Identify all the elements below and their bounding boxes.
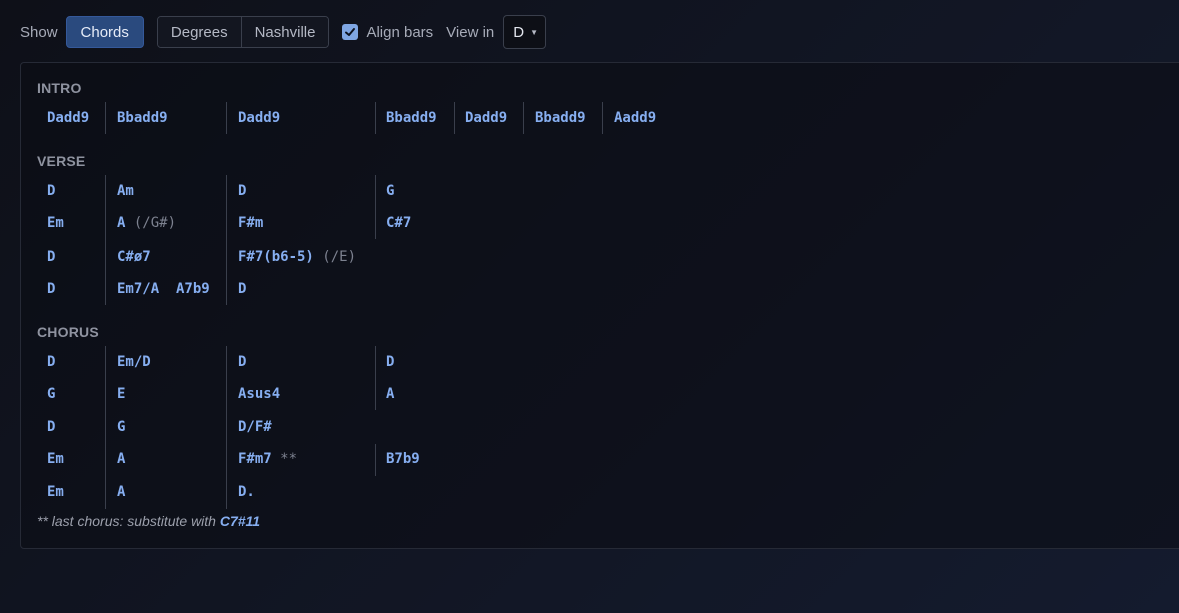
bar-line (226, 346, 227, 509)
align-bars-checkbox[interactable] (342, 24, 359, 40)
chord[interactable]: Dadd9 (465, 109, 507, 127)
chord[interactable]: D (47, 182, 55, 200)
toolbar: Show Chords Degrees Nashville Align bars… (20, 15, 547, 49)
chord[interactable]: Am (117, 182, 134, 200)
show-label: Show (20, 23, 58, 41)
chord[interactable]: G (386, 182, 394, 200)
chord[interactable]: E (117, 385, 125, 403)
bar-line (226, 102, 227, 134)
nashville-button[interactable]: Nashville (240, 17, 329, 47)
chord[interactable]: Em (47, 450, 64, 468)
chord[interactable]: G (117, 418, 125, 436)
footnote: ** last chorus: substitute with C7#11 (37, 513, 260, 529)
notation-segmented-control: Degrees Nashville (156, 16, 330, 48)
chord[interactable]: F#m7 ** (238, 450, 297, 468)
bar-line (454, 102, 455, 134)
chord-name: A (117, 215, 126, 231)
chevron-down-icon: ▼ (530, 27, 539, 37)
alternate-bass: (/E) (322, 249, 357, 265)
chord[interactable]: Bbadd9 (386, 109, 437, 127)
chord[interactable]: Em (47, 483, 64, 501)
chord[interactable]: D (47, 248, 55, 266)
chord[interactable]: Asus4 (238, 385, 280, 403)
chord[interactable]: D (47, 418, 55, 436)
key-select[interactable]: D ▼ (503, 15, 547, 49)
chord[interactable]: D (238, 280, 246, 298)
footnote-marker: ** (280, 451, 298, 467)
chord-name: F#7(b6-5) (238, 249, 314, 265)
section-label-chorus: CHORUS (37, 324, 99, 340)
chord[interactable]: D (47, 280, 55, 298)
section-label-verse: VERSE (37, 153, 86, 169)
chord[interactable]: Aadd9 (614, 109, 656, 127)
chord[interactable]: D (386, 353, 394, 371)
chord[interactable]: A (386, 385, 394, 403)
chord[interactable]: Em7/A (117, 280, 159, 298)
chord[interactable]: A (117, 450, 125, 468)
chord[interactable]: D (47, 353, 55, 371)
chord[interactable]: G (47, 385, 55, 403)
bar-line (523, 102, 524, 134)
bar-line (375, 175, 376, 239)
chord[interactable]: F#m (238, 214, 263, 232)
bar-line (602, 102, 603, 134)
chord[interactable]: Dadd9 (238, 109, 280, 127)
chord[interactable]: D/F# (238, 418, 272, 436)
chord[interactable]: B7b9 (386, 450, 420, 468)
chord[interactable]: A7b9 (176, 280, 210, 298)
chord[interactable]: Bbadd9 (117, 109, 168, 127)
chord[interactable]: D. (238, 483, 255, 501)
align-bars-label[interactable]: Align bars (366, 24, 433, 41)
bar-line (105, 346, 106, 509)
chord[interactable]: Bbadd9 (535, 109, 586, 127)
chord[interactable]: C#ø7 (117, 248, 151, 266)
bar-line (226, 175, 227, 305)
footnote-chord[interactable]: C7#11 (220, 513, 260, 529)
section-label-intro: INTRO (37, 80, 82, 96)
chord[interactable]: Dadd9 (47, 109, 89, 127)
chord[interactable]: D (238, 182, 246, 200)
key-select-value: D (513, 23, 525, 41)
bar-line (375, 444, 376, 476)
chord[interactable]: A (/G#) (117, 214, 176, 232)
checkmark-icon (345, 28, 356, 36)
bar-line (375, 102, 376, 134)
chord[interactable]: A (117, 483, 125, 501)
chord-name: F#m7 (238, 451, 272, 467)
bar-line (105, 102, 106, 134)
chord-chart-panel: INTRO Dadd9 Bbadd9 Dadd9 Bbadd9 Dadd9 Bb… (20, 62, 1179, 549)
chord[interactable]: Em/D (117, 353, 151, 371)
bar-line (105, 175, 106, 305)
chord[interactable]: F#7(b6-5) (/E) (238, 248, 356, 266)
chord[interactable]: Em (47, 214, 64, 232)
degrees-button[interactable]: Degrees (157, 17, 241, 47)
alternate-bass: (/G#) (133, 215, 177, 231)
chord[interactable]: D (238, 353, 246, 371)
chords-button[interactable]: Chords (65, 16, 144, 48)
chord[interactable]: C#7 (386, 214, 411, 232)
view-in-label: View in (446, 23, 495, 41)
footnote-text: ** last chorus: substitute with (37, 513, 216, 529)
bar-line (375, 346, 376, 410)
